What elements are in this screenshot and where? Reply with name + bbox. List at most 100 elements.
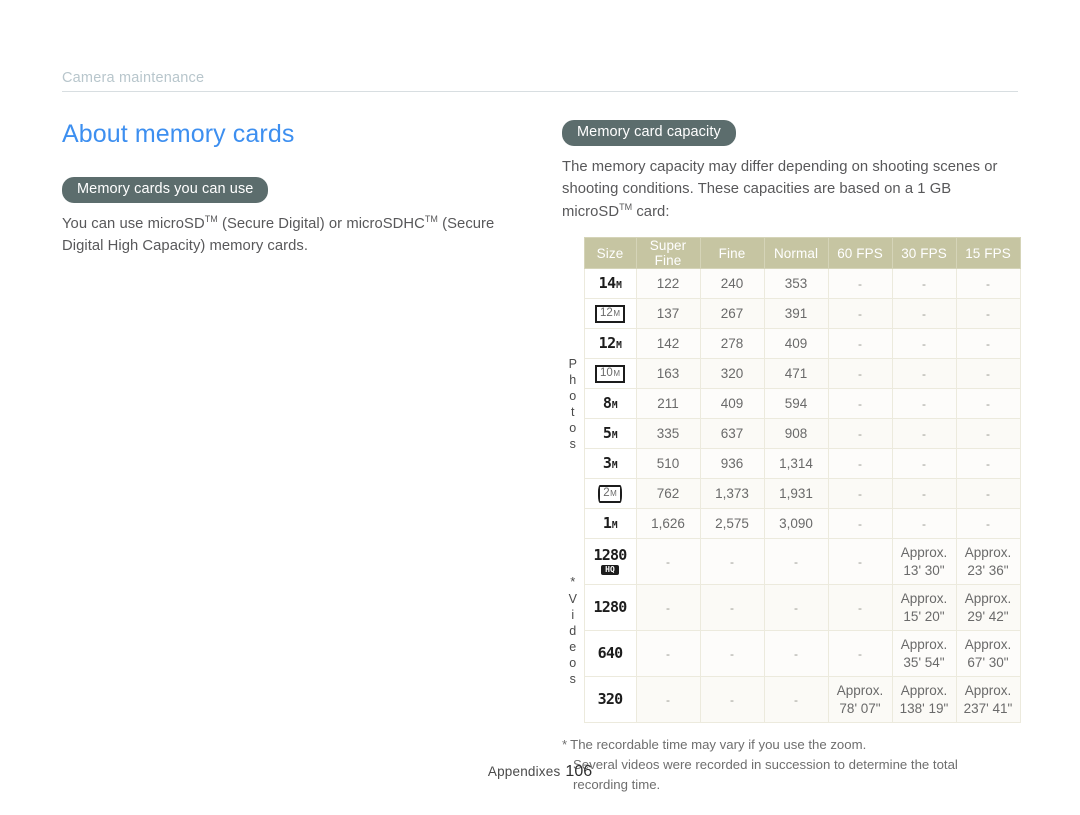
- lcd-10m-box-icon: 10 M: [595, 365, 625, 383]
- cell-normal: 3,090: [763, 508, 829, 540]
- cell-super-fine: 510: [635, 448, 701, 480]
- cell-normal: -: [763, 538, 829, 586]
- cell-15fps: -: [955, 388, 1021, 420]
- lcd-num: 640: [597, 644, 623, 663]
- cell-normal: 594: [763, 388, 829, 420]
- lcd-14m-icon: 14 M: [599, 276, 622, 291]
- cell-60fps: -: [827, 298, 893, 330]
- lcd-8m-icon: 8M: [603, 396, 618, 411]
- photo-size-icon-5m: 5M: [583, 418, 637, 450]
- photos-letter: o: [569, 388, 577, 403]
- cell-30fps: Approx. 35' 54": [891, 630, 957, 678]
- videos-letter: e: [569, 639, 577, 654]
- cell-fine: -: [699, 584, 765, 632]
- footnote-line-1: * The recordable time may vary if you use…: [562, 735, 1018, 755]
- lcd-2m-wide-icon: 2M: [598, 485, 622, 503]
- cell-super-fine: 335: [635, 418, 701, 450]
- approx-label: Approx.: [900, 683, 948, 699]
- cell-fine: 637: [699, 418, 765, 450]
- cell-30fps: Approx. 15' 20": [891, 584, 957, 632]
- table-row: 12 M 142 278 409 - - -: [562, 328, 1021, 360]
- cell-30fps: Approx. 138' 19": [891, 676, 957, 724]
- table-row: 8M 211 409 594 - - -: [562, 388, 1021, 420]
- cell-15fps: Approx. 29' 42": [955, 584, 1021, 632]
- table-header: Size Super Fine Fine Normal 60 FPS 30 FP…: [562, 237, 1021, 270]
- table-row: 3M 510 936 1,314 - - -: [562, 448, 1021, 480]
- cell-normal: -: [763, 584, 829, 632]
- approx-label: Approx.: [900, 637, 948, 653]
- cell-60fps: -: [827, 538, 893, 586]
- table-row: 320 - - - Approx. 78' 07" Approx. 138' 1…: [562, 676, 1021, 724]
- approx-time: 138' 19": [899, 700, 949, 716]
- photo-size-icon-3m: 3M: [583, 448, 637, 480]
- footer-section-label: Appendixes: [487, 764, 561, 779]
- approx-time: 29' 42": [967, 608, 1009, 624]
- right-column: Memory card capacity The memory capacity…: [562, 120, 1021, 795]
- footnote-text-1: The recordable time may vary if you use …: [570, 737, 867, 753]
- cell-fine: 320: [699, 358, 765, 390]
- photo-size-icon-12m-corner: 12 M: [583, 298, 637, 330]
- cell-15fps: -: [955, 478, 1021, 510]
- videos-footnote-marker: *: [570, 573, 576, 589]
- section-heading-memory-card-capacity: Memory card capacity: [562, 120, 736, 146]
- table-header-15fps: 15 FPS: [955, 237, 1021, 270]
- lcd-num: 14: [598, 274, 617, 293]
- section-heading-memory-cards-you-can-use: Memory cards you can use: [62, 177, 269, 203]
- cell-fine: -: [699, 630, 765, 678]
- table-row: 10 M 163 320 471 - - -: [562, 358, 1021, 390]
- paragraph-part-2: (Secure Digital) or microSDHC: [217, 215, 425, 232]
- approx-label: Approx.: [964, 591, 1012, 607]
- lcd-num: 12: [600, 307, 613, 320]
- approx-label: Approx.: [900, 545, 948, 561]
- cell-60fps: -: [827, 328, 893, 360]
- lcd-num: 2: [603, 487, 610, 500]
- cell-15fps: -: [955, 448, 1021, 480]
- table-body: Photos 14 M 122 240 353 - - - 12 M 137 2…: [562, 268, 1021, 724]
- cell-fine: -: [699, 676, 765, 724]
- lcd-unit: M: [611, 520, 618, 532]
- cell-30fps: -: [891, 268, 957, 300]
- photos-letter: o: [569, 420, 577, 435]
- cell-30fps: -: [891, 388, 957, 420]
- cell-60fps: Approx. 78' 07": [827, 676, 893, 724]
- videos-letter: i: [571, 607, 575, 622]
- videos-letter: o: [569, 655, 577, 670]
- lcd-num: 1280: [593, 598, 628, 617]
- approx-time: 23' 36": [967, 562, 1009, 578]
- cell-15fps: -: [955, 508, 1021, 540]
- cell-normal: 1,314: [763, 448, 829, 480]
- page-columns: About memory cards Memory cards you can …: [0, 0, 1080, 815]
- lcd-unit: M: [611, 460, 618, 472]
- table-header-60fps: 60 FPS: [827, 237, 893, 270]
- cell-normal: 391: [763, 298, 829, 330]
- cell-15fps: Approx. 237' 41": [955, 676, 1021, 724]
- cell-normal: 471: [763, 358, 829, 390]
- approx-label: Approx.: [900, 591, 948, 607]
- lcd-num: 3: [602, 454, 612, 473]
- cell-60fps: -: [827, 630, 893, 678]
- lcd-320-icon: 320: [598, 692, 623, 707]
- lcd-unit: M: [610, 489, 617, 499]
- videos-vertical-label: * Videos: [562, 575, 584, 687]
- group-label-videos: * Videos: [562, 538, 584, 723]
- table-header-super-fine: Super Fine: [635, 237, 701, 270]
- table-row: 1280 - - - - Approx. 15' 20" Approx. 29'…: [562, 584, 1021, 632]
- photo-size-icon-8m: 8M: [583, 388, 637, 420]
- cell-15fps: Approx. 67' 30": [955, 630, 1021, 678]
- cell-normal: 1,931: [763, 478, 829, 510]
- cell-15fps: -: [955, 358, 1021, 390]
- photo-size-icon-2m-wide: 2M: [583, 478, 637, 510]
- cell-fine: 1,373: [699, 478, 765, 510]
- approx-label: Approx.: [964, 637, 1012, 653]
- cell-30fps: -: [891, 418, 957, 450]
- cell-super-fine: 163: [635, 358, 701, 390]
- photos-letter: P: [568, 356, 577, 371]
- approx-label: Approx.: [836, 683, 884, 699]
- cell-60fps: -: [827, 388, 893, 420]
- trademark-3: TM: [619, 201, 633, 212]
- lcd-unit: M: [616, 340, 622, 352]
- cell-super-fine: 211: [635, 388, 701, 420]
- cell-30fps: -: [891, 328, 957, 360]
- table-row: 12 M 137 267 391 - - -: [562, 298, 1021, 330]
- memory-cards-you-can-use-paragraph: You can use microSDTM (Secure Digital) o…: [62, 213, 522, 258]
